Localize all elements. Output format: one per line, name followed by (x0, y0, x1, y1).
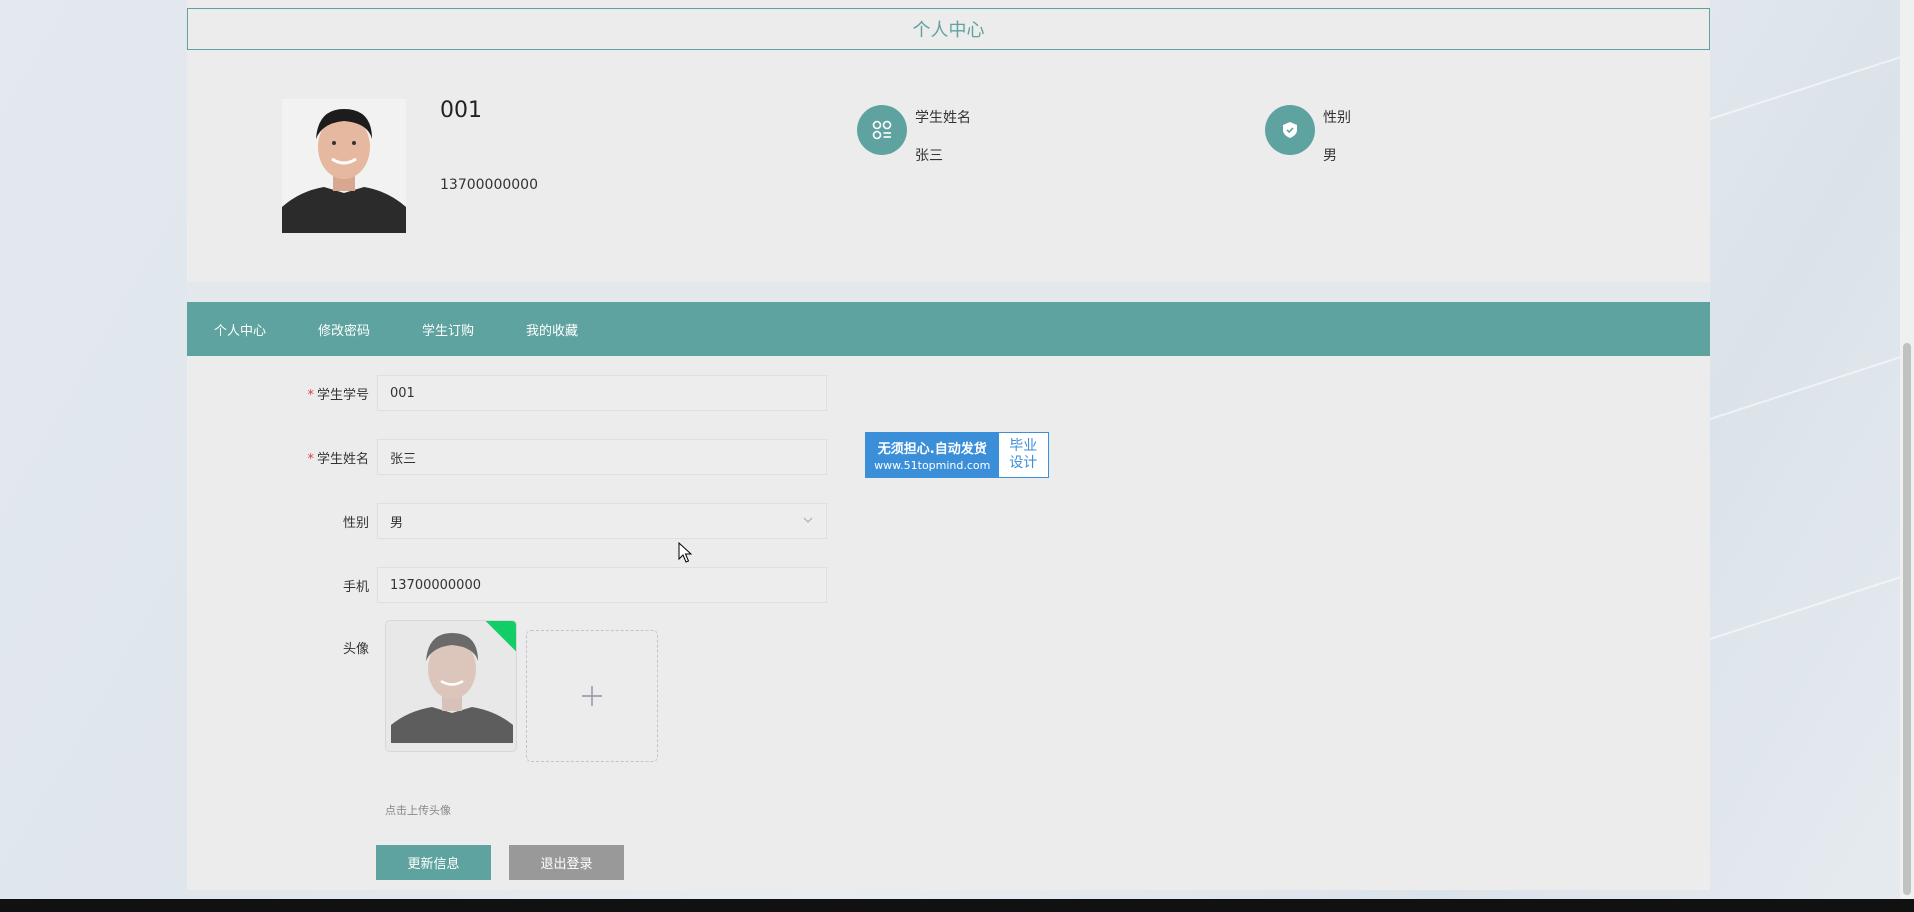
avatar-upload-button[interactable] (526, 630, 658, 762)
info-student-name: 学生姓名 张三 (857, 105, 971, 165)
profile-phone: 13700000000 (440, 177, 538, 193)
phone-label: 手机 (342, 579, 369, 595)
profile-card: 001 13700000000 学生姓名 张三 性别 男 (187, 50, 1710, 282)
form-row-phone: 手机 (187, 567, 827, 603)
logout-button[interactable]: 退出登录 (509, 845, 624, 880)
plus-icon (582, 686, 602, 706)
info-gender-value: 男 (1323, 148, 1337, 164)
gender-select-value: 男 (390, 515, 404, 531)
tab-student-orders[interactable]: 学生订购 (422, 320, 474, 339)
update-info-button[interactable]: 更新信息 (376, 845, 491, 880)
form-row-gender: 性别 男 (187, 503, 827, 539)
ad-line2: www.51topmind.com (874, 459, 991, 472)
mouse-cursor-icon (678, 542, 692, 563)
gender-label: 性别 (342, 515, 369, 531)
form-row-student-id: * 学生学号 (187, 375, 827, 411)
student-name-input[interactable] (377, 439, 827, 475)
info-name-label: 学生姓名 (915, 110, 971, 126)
chevron-down-icon (803, 517, 813, 523)
page-header: 个人中心 (187, 8, 1710, 50)
info-gender-label: 性别 (1323, 110, 1351, 126)
phone-input[interactable] (377, 567, 827, 603)
avatar-label: 头像 (342, 642, 369, 657)
tab-bar: 个人中心 修改密码 学生订购 我的收藏 (187, 302, 1710, 356)
info-name-value: 张三 (915, 148, 943, 164)
scrollbar-thumb[interactable] (1903, 343, 1911, 895)
info-gender: 性别 男 (1265, 105, 1351, 165)
shield-icon (1265, 105, 1315, 155)
ad-right2: 设计 (1009, 455, 1038, 471)
tab-favorites[interactable]: 我的收藏 (526, 320, 578, 339)
student-id-input[interactable] (377, 375, 827, 411)
ad-banner[interactable]: 无须担心.自动发货 www.51topmind.com 毕业 设计 (865, 432, 1049, 478)
profile-avatar (282, 99, 406, 233)
page-title: 个人中心 (912, 20, 985, 41)
bottom-bar (0, 899, 1914, 912)
ad-right1: 毕业 (1009, 438, 1038, 454)
profile-username: 001 (440, 98, 482, 123)
student-name-label: * 学生姓名 (307, 451, 369, 467)
student-id-label: * 学生学号 (307, 387, 369, 403)
upload-hint: 点击上传头像 (385, 804, 451, 817)
grid-icon (857, 105, 907, 155)
tab-change-password[interactable]: 修改密码 (318, 320, 370, 339)
uploaded-avatar-thumbnail[interactable] (385, 620, 517, 752)
gender-select[interactable]: 男 (377, 503, 827, 539)
section-separator (187, 282, 1710, 302)
tab-profile[interactable]: 个人中心 (214, 320, 266, 339)
page-scrollbar[interactable] (1900, 0, 1914, 899)
ad-line1: 无须担心.自动发货 (877, 442, 987, 457)
form-row-student-name: * 学生姓名 (187, 439, 827, 475)
form-row-avatar: 头像 (187, 638, 377, 657)
